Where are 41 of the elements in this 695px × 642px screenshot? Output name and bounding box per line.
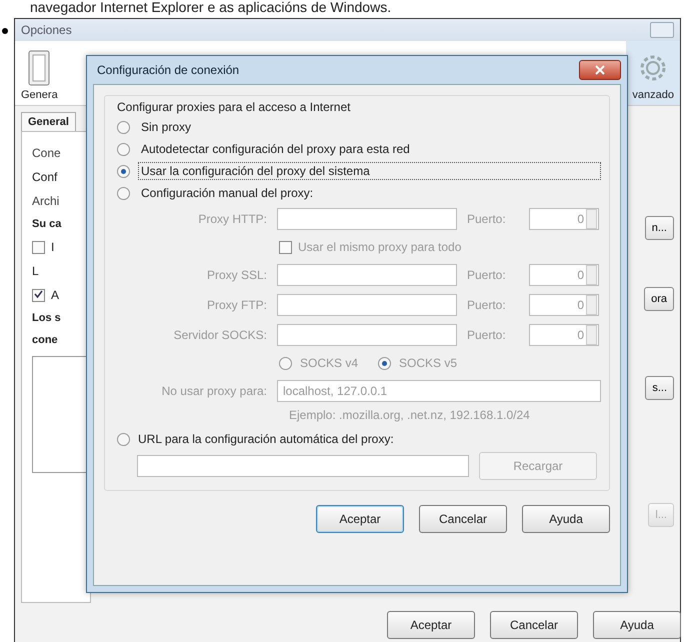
dialog-title: Configuración de conexión [97, 63, 240, 77]
dialog-button[interactable]: Aceptar [387, 611, 475, 639]
toolbar-item[interactable]: Genera [15, 41, 64, 105]
radio-label[interactable]: Usar la configuración del proxy del sistema [138, 162, 601, 180]
label-text: Su ca [32, 218, 62, 230]
label-text: Los s [32, 312, 62, 324]
field-label: Proxy FTP: [206, 298, 267, 312]
button[interactable]: s... [645, 376, 674, 400]
field-label: Proxy SSL: [206, 268, 267, 282]
tab[interactable]: General [21, 112, 76, 131]
dialog-button[interactable]: Ayuda [522, 505, 610, 533]
port-label: Puerto: [467, 328, 507, 342]
radio-label[interactable]: Autodetectar configuración del proxy para esta red [138, 140, 601, 158]
group-label: Cone [32, 146, 62, 160]
label-text: L [32, 264, 40, 278]
window-title: Opciones [21, 23, 72, 37]
field-label: Proxy HTTP: [197, 212, 267, 226]
group-label: Archi [32, 194, 60, 208]
hint-text: Ejemplo: .mozilla.org, .net.nz, 192.168.1.0/24 [288, 408, 531, 424]
port-label: Puerto: [467, 212, 507, 226]
label-text: Conf [32, 170, 58, 184]
button[interactable]: ora [644, 287, 674, 311]
port-label: Puerto: [467, 268, 507, 282]
radio-label[interactable]: URL para la configuración automática del proxy: [138, 432, 394, 446]
button[interactable]: n... [644, 216, 674, 240]
caption-text: navegador Internet Explorer e as aplicacións de Windows. [29, 0, 392, 16]
port-label: Puerto: [467, 298, 507, 312]
label-text: cone [32, 334, 59, 346]
dialog-button[interactable]: Cancelar [419, 505, 507, 533]
dialog-button[interactable]: Aceptar [316, 505, 404, 533]
checkbox-label: I [51, 240, 54, 254]
toolbar-item[interactable]: vanzado [626, 41, 680, 105]
checkbox-label: A [51, 288, 60, 302]
dialog-button[interactable]: Cancelar [490, 611, 578, 639]
dialog-button[interactable]: Ayuda [593, 611, 681, 639]
field-label: No usar proxy para: [160, 384, 267, 398]
field-label: Servidor SOCKS: [172, 328, 267, 342]
group-label: Configurar proxies para el acceso a Internet [117, 100, 352, 114]
radio-label[interactable]: Sin proxy [138, 118, 601, 136]
checkbox-label: Usar el mismo proxy para todo [298, 240, 462, 254]
radio-label[interactable]: Configuración manual del proxy: [138, 184, 601, 202]
